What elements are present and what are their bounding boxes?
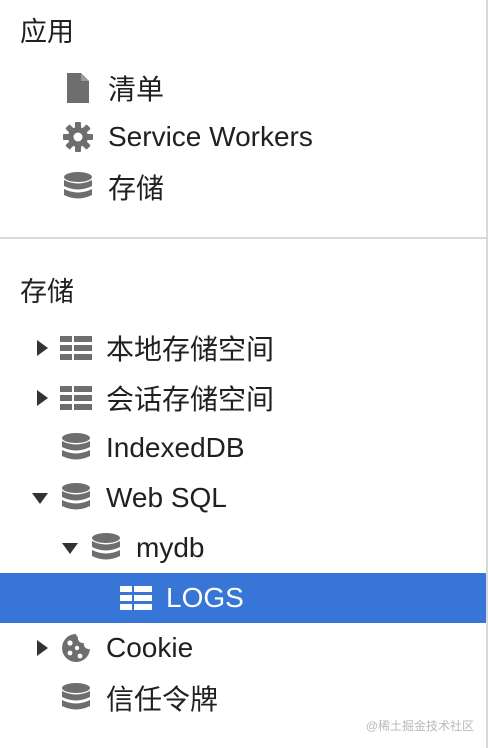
section-divider: [0, 237, 488, 239]
tree-item-session-storage[interactable]: 会话存储空间: [0, 373, 486, 423]
database-icon: [60, 432, 92, 464]
sidebar-item-label: 清单: [108, 74, 165, 105]
gear-icon: [62, 121, 94, 153]
table-icon: [120, 582, 152, 614]
tree-item-label: mydb: [136, 532, 205, 563]
collapse-arrow-icon[interactable]: [60, 538, 80, 558]
tree-item-cookie[interactable]: Cookie: [0, 623, 486, 673]
tree-item-local-storage[interactable]: 本地存储空间: [0, 323, 486, 373]
database-icon: [60, 482, 92, 514]
table-icon: [60, 382, 92, 414]
expand-arrow-icon[interactable]: [32, 338, 52, 358]
tree-item-trust-tokens[interactable]: 信任令牌: [0, 673, 486, 723]
database-icon: [90, 532, 122, 564]
tree-item-indexeddb[interactable]: IndexedDB: [0, 423, 486, 473]
tree-item-label: IndexedDB: [106, 432, 245, 463]
document-icon: [62, 72, 94, 104]
expand-arrow-icon[interactable]: [32, 388, 52, 408]
tree-item-label: 信任令牌: [106, 684, 219, 715]
tree-item-web-sql[interactable]: Web SQL: [0, 473, 486, 523]
sidebar-item-service-workers[interactable]: Service Workers: [0, 112, 486, 162]
tree-item-label: Cookie: [106, 632, 194, 663]
section-title-storage: 存储: [20, 277, 74, 307]
database-icon: [60, 682, 92, 714]
tree-item-label: 会话存储空间: [106, 384, 275, 415]
application-panel: 应用 清单 Service Workers 存储 存储 本地存储空间 会话存储空…: [0, 0, 488, 748]
sidebar-item-storage[interactable]: 存储: [0, 162, 486, 212]
database-icon: [62, 171, 94, 203]
sidebar-item-label: Service Workers: [108, 121, 313, 152]
tree-item-label: LOGS: [166, 582, 244, 613]
tree-item-label: 本地存储空间: [106, 334, 275, 365]
sidebar-item-manifest[interactable]: 清单: [0, 63, 486, 113]
table-icon: [60, 332, 92, 364]
section-title-application: 应用: [20, 17, 74, 47]
collapse-arrow-icon[interactable]: [30, 488, 50, 508]
cookie-icon: [60, 632, 92, 664]
tree-item-logs[interactable]: LOGS: [0, 573, 486, 623]
sidebar-item-label: 存储: [108, 173, 165, 204]
tree-item-mydb[interactable]: mydb: [0, 523, 486, 573]
watermark: @稀土掘金技术社区: [365, 719, 474, 733]
expand-arrow-icon[interactable]: [32, 638, 52, 658]
tree-item-label: Web SQL: [106, 482, 227, 513]
